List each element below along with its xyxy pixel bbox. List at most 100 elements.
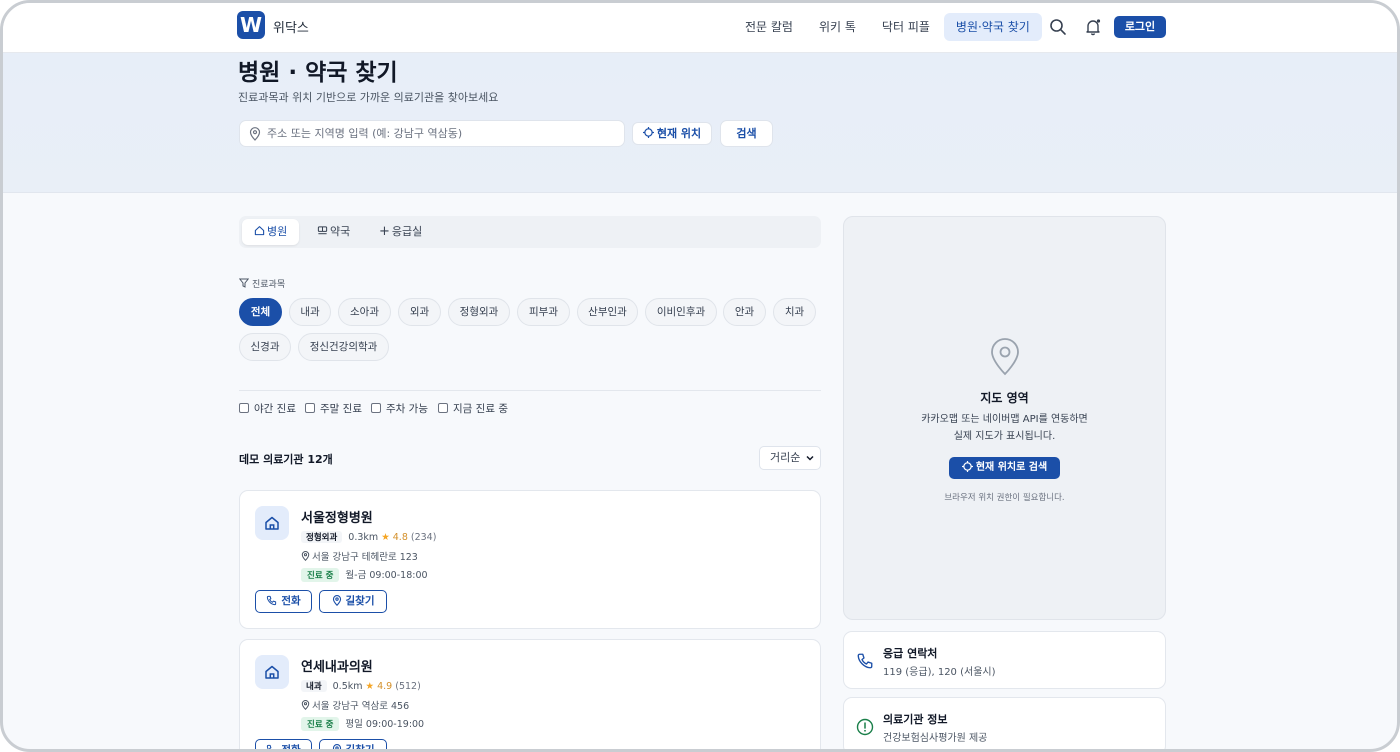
- nav-doctor-people[interactable]: 닥터 피플: [870, 13, 942, 41]
- logo-icon[interactable]: W: [237, 11, 265, 39]
- checkbox-open-now[interactable]: [438, 403, 448, 413]
- phone-icon: [267, 744, 272, 749]
- filter-open-now[interactable]: 지금 진료 중: [438, 401, 508, 417]
- chip-ent[interactable]: 이비인후과: [645, 298, 717, 326]
- filter-night[interactable]: 야간 진료: [239, 401, 296, 417]
- checkbox-parking[interactable]: [371, 403, 381, 413]
- phone-icon: [857, 653, 873, 669]
- chip-pediatrics[interactable]: 소아과: [338, 298, 391, 326]
- map-permission-note: 브라우저 위치 권한이 필요합니다.: [944, 493, 1065, 503]
- chip-all[interactable]: 전체: [239, 298, 282, 326]
- emergency-numbers: 119 (응급), 120 (서울시): [883, 667, 996, 678]
- phone-icon: [267, 595, 277, 606]
- info-icon: [856, 718, 874, 736]
- call-button[interactable]: 전화: [255, 590, 312, 613]
- tab-emergency-label: 응급실: [391, 225, 423, 238]
- hospital-name[interactable]: 서울정형병원: [301, 507, 373, 526]
- chip-obgyn[interactable]: 산부인과: [577, 298, 638, 326]
- status-badge: 진료 중: [301, 717, 340, 731]
- hospital-icon-box: [255, 506, 289, 540]
- hospital-icon-box: [255, 655, 289, 689]
- chip-ophthalmology[interactable]: 안과: [723, 298, 766, 326]
- specialty-label-text: 진료과목: [252, 280, 286, 290]
- hospital-card[interactable]: 서울정형병원 정형외과 0.3km ★ 4.8 (234) 서울 강남구 테헤란로…: [239, 490, 821, 629]
- hospital-name[interactable]: 연세내과의원: [301, 656, 373, 675]
- checkbox-weekend[interactable]: [305, 403, 315, 413]
- filter-open-now-label: 지금 진료 중: [453, 403, 508, 415]
- nav-wiki-talk[interactable]: 위키 톡: [807, 13, 868, 41]
- facility-info-card: 의료기관 정보 건강보험심사평가원 제공: [843, 697, 1166, 749]
- brand-name[interactable]: 위닥스: [273, 17, 309, 36]
- search-icon[interactable]: [1049, 18, 1067, 36]
- plus-icon: +: [379, 224, 390, 239]
- info-title: 의료기관 정보: [883, 713, 948, 726]
- review-count: (234): [410, 532, 437, 543]
- filter-parking[interactable]: 주차 가능: [371, 401, 428, 417]
- specialty-badge: 정형외과: [301, 531, 343, 543]
- app-frame: W 위닥스 전문 칼럼 위키 톡 닥터 피플 병원·약국 찾기 로그인 병원 ·…: [0, 0, 1400, 752]
- search-button[interactable]: 검색: [720, 120, 773, 147]
- login-button[interactable]: 로그인: [1114, 16, 1166, 38]
- review-count: (512): [395, 681, 421, 692]
- directions-button[interactable]: 길찾기: [319, 739, 387, 752]
- crosshair-icon: [961, 461, 973, 472]
- map-area[interactable]: 지도 영역 카카오맵 또는 네이버맵 API를 연동하면 실제 지도가 표시됩니…: [843, 216, 1166, 620]
- status-badge: 진료 중: [301, 568, 340, 582]
- hero-section: 병원 · 약국 찾기 진료과목과 위치 기반으로 가까운 의료기관을 찾아보세요…: [3, 53, 1397, 193]
- current-location-button[interactable]: 현재 위치: [632, 122, 712, 145]
- rating: 4.9: [377, 681, 393, 692]
- nav-find-hospital[interactable]: 병원·약국 찾기: [943, 13, 1042, 41]
- emergency-contact-card: 응급 연락처 119 (응급), 120 (서울시): [843, 631, 1166, 689]
- chip-orthopedics[interactable]: 정형외과: [448, 298, 510, 326]
- hours-text: 평일 09:00-19:00: [345, 719, 425, 730]
- chip-dermatology[interactable]: 피부과: [517, 298, 570, 326]
- nav-column[interactable]: 전문 칼럼: [733, 13, 805, 41]
- pharmacy-icon: [317, 226, 328, 235]
- sort-select[interactable]: 거리순: [759, 446, 821, 470]
- hospital-card[interactable]: 연세내과의원 내과 0.5km ★ 4.9 (512) 서울 강남구 역삼로 45…: [239, 639, 821, 752]
- hospital-address: 서울 강남구 테헤란로 123: [301, 549, 418, 563]
- filter-parking-label: 주차 가능: [386, 403, 428, 415]
- sort-value: 거리순: [770, 451, 801, 464]
- filter-night-label: 야간 진료: [254, 403, 296, 415]
- bell-icon[interactable]: [1084, 18, 1102, 36]
- chip-dental[interactable]: 치과: [773, 298, 816, 326]
- hospital-meta: 정형외과 0.3km ★ 4.8 (234): [301, 531, 436, 543]
- tab-hospital[interactable]: 병원: [242, 219, 300, 245]
- specialty-label: 진료과목: [239, 277, 285, 290]
- address-text: 서울 강남구 역삼로 456: [312, 701, 410, 712]
- map-pin-icon: [332, 595, 341, 607]
- crosshair-icon: [642, 127, 654, 138]
- top-header: W 위닥스 전문 칼럼 위키 톡 닥터 피플 병원·약국 찾기 로그인: [3, 3, 1397, 53]
- search-current-location-button[interactable]: 현재 위치로 검색: [949, 457, 1060, 479]
- directions-label: 길찾기: [345, 744, 375, 752]
- home-icon: [265, 665, 279, 679]
- star-icon: ★: [365, 681, 375, 692]
- map-desc-line2: 실제 지도가 표시됩니다.: [953, 431, 1056, 442]
- map-pin-icon: [332, 744, 341, 749]
- address-text: 서울 강남구 테헤란로 123: [312, 552, 418, 563]
- directions-button[interactable]: 길찾기: [319, 590, 387, 613]
- page-title: 병원 · 약국 찾기: [238, 60, 398, 86]
- main-nav: 전문 칼럼 위키 톡 닥터 피플 병원·약국 찾기: [733, 13, 1044, 41]
- map-pin-icon: [249, 127, 261, 141]
- result-count: 데모 의료기관 12개: [239, 453, 333, 466]
- tab-emergency[interactable]: + 응급실: [367, 219, 434, 245]
- hours-text: 월-금 09:00-18:00: [345, 570, 428, 581]
- info-source: 건강보험심사평가원 제공: [883, 733, 988, 744]
- chip-psychiatry[interactable]: 정신건강의학과: [298, 333, 389, 361]
- chip-internal[interactable]: 내과: [289, 298, 331, 326]
- call-button[interactable]: 전화: [255, 739, 312, 749]
- hospital-hours: 진료 중 평일 09:00-19:00: [301, 716, 424, 731]
- address-search-input[interactable]: [267, 121, 617, 146]
- hospital-hours: 진료 중 월-금 09:00-18:00: [301, 567, 428, 582]
- filter-weekend[interactable]: 주말 진료: [305, 401, 362, 417]
- checkbox-night[interactable]: [239, 403, 249, 413]
- map-description: 카카오맵 또는 네이버맵 API를 연동하면 실제 지도가 표시됩니다.: [844, 411, 1165, 445]
- filter-weekend-label: 주말 진료: [320, 403, 362, 415]
- address-search-box[interactable]: [239, 120, 625, 147]
- chip-surgery[interactable]: 외과: [398, 298, 441, 326]
- chip-neurology[interactable]: 신경과: [239, 333, 291, 361]
- chevron-down-icon: [806, 455, 814, 461]
- tab-pharmacy[interactable]: 약국: [305, 219, 362, 245]
